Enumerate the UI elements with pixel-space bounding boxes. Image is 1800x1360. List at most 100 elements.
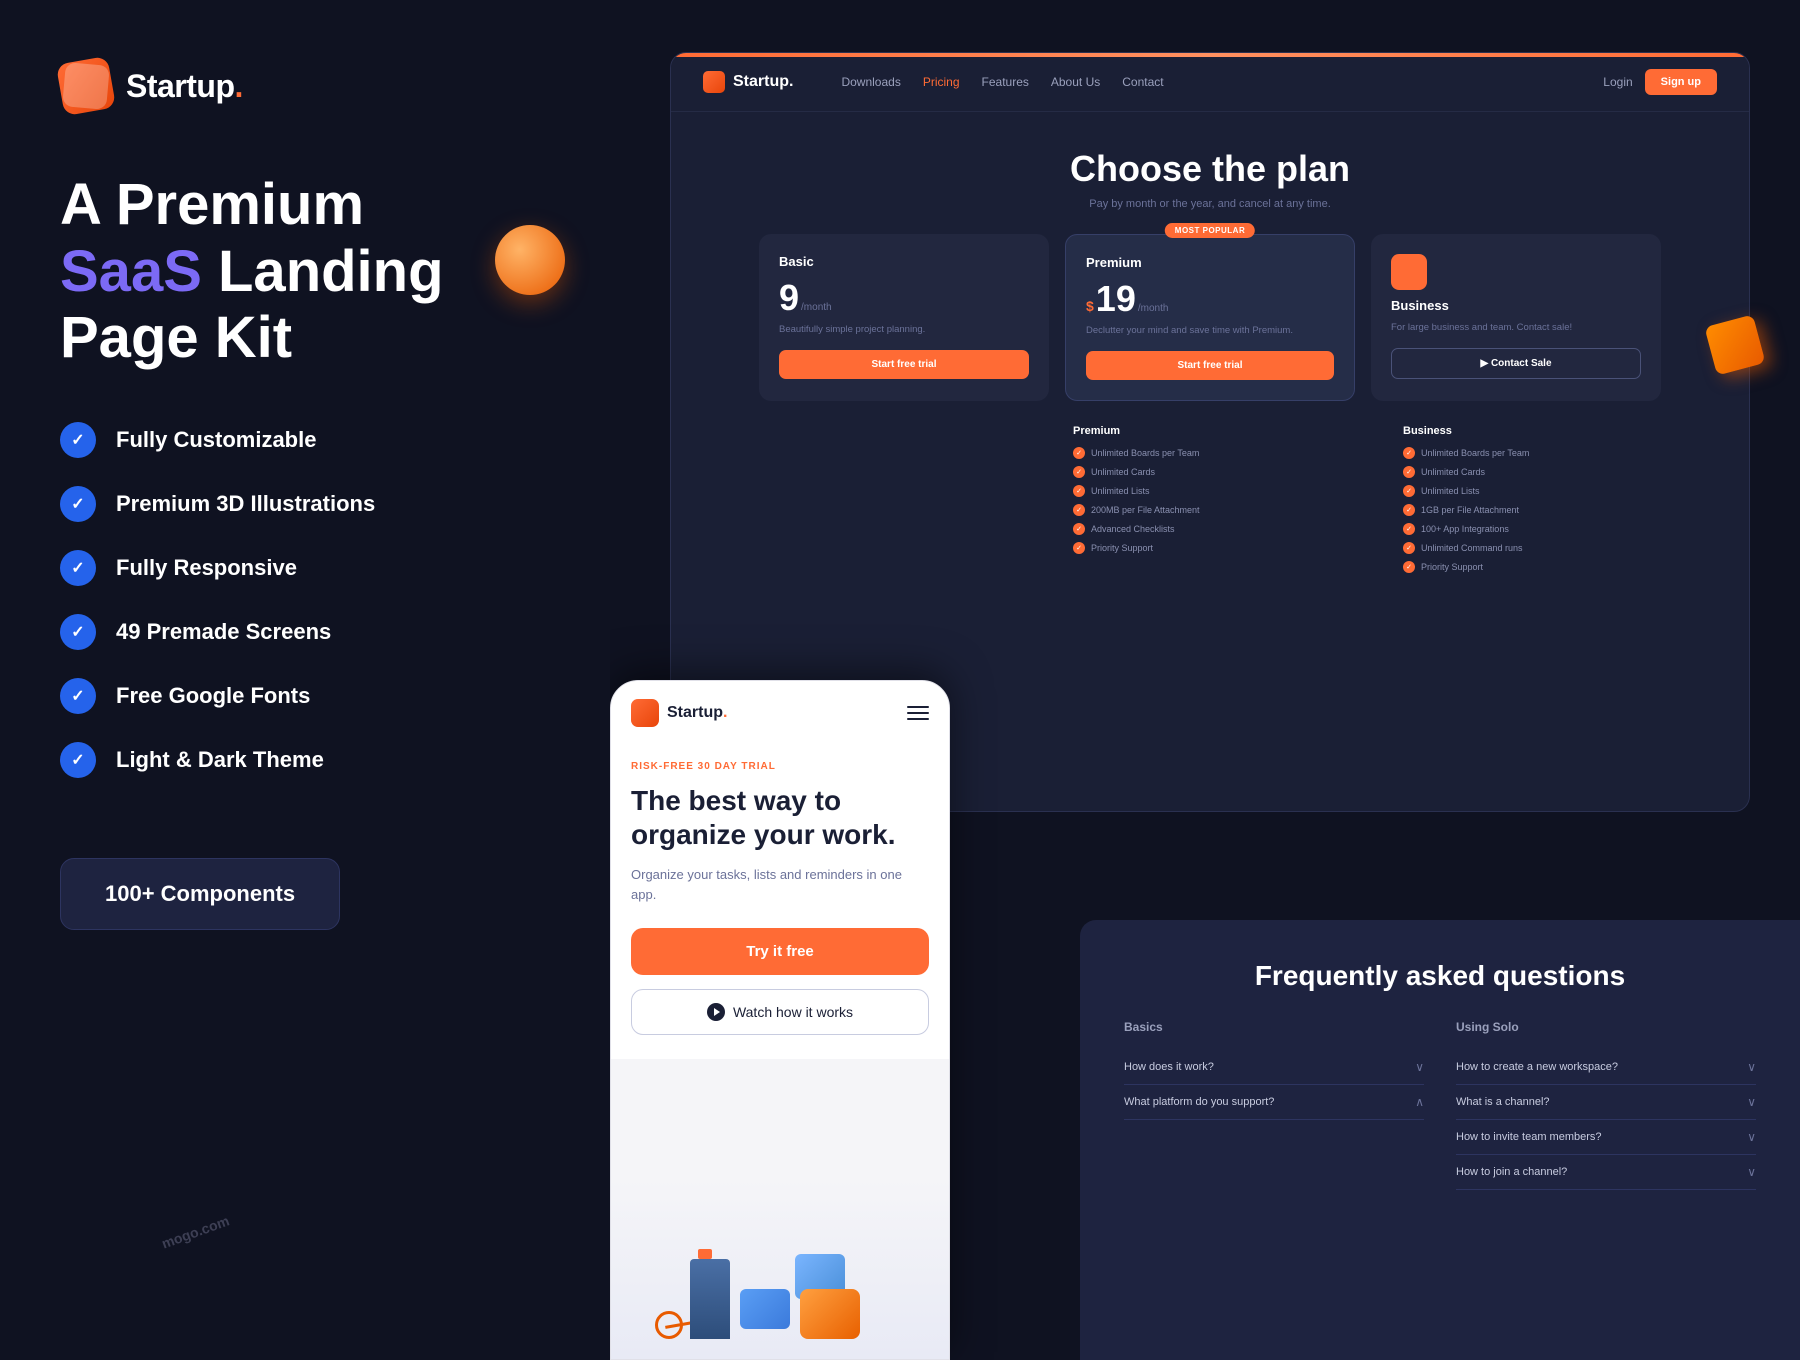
faq-question: How to invite team members?: [1456, 1131, 1602, 1143]
feat-item: 200MB per File Attachment: [1073, 504, 1387, 516]
nav-link-contact[interactable]: Contact: [1122, 75, 1163, 89]
logo-icon: [60, 60, 112, 112]
box2-illustration: [800, 1289, 860, 1339]
feature-label: Fully Responsive: [116, 555, 297, 581]
nav-login-link[interactable]: Login: [1603, 75, 1632, 89]
nav-link-features[interactable]: Features: [982, 75, 1029, 89]
faq-item[interactable]: How to invite team members? ∨: [1456, 1120, 1756, 1155]
feat-item: Unlimited Cards: [1073, 466, 1387, 478]
faq-item[interactable]: How to create a new workspace? ∨: [1456, 1050, 1756, 1085]
mobile-subtext: Organize your tasks, lists and reminders…: [631, 865, 929, 904]
faq-item[interactable]: How does it work? ∨: [1124, 1050, 1424, 1085]
mobile-logo-icon: [631, 699, 659, 727]
feat-col-title-premium: Premium: [1073, 425, 1387, 437]
mobile-logo: Startup.: [631, 699, 727, 727]
price-period-basic: /month: [801, 302, 832, 313]
faq-col-title-basics: Basics: [1124, 1020, 1424, 1034]
faq-item[interactable]: What is a channel? ∨: [1456, 1085, 1756, 1120]
card-cta-premium[interactable]: Start free trial: [1086, 351, 1334, 380]
feature-item: Free Google Fonts: [60, 678, 560, 714]
card-cta-business[interactable]: ▶ Contact Sale: [1391, 348, 1641, 379]
brand-dot: .: [235, 68, 243, 104]
desktop-nav-actions: Login Sign up: [1603, 69, 1717, 95]
nav-link-pricing[interactable]: Pricing: [923, 75, 960, 89]
feature-item: 49 Premade Screens: [60, 614, 560, 650]
faq-expand-icon: ∨: [1747, 1130, 1756, 1144]
desktop-logo-text: Startup.: [733, 73, 793, 91]
feat-item: 100+ App Integrations: [1403, 523, 1717, 535]
card-icon-business: [1391, 254, 1427, 290]
faq-item[interactable]: What platform do you support? ∧: [1124, 1085, 1424, 1120]
faq-question: What is a channel?: [1456, 1096, 1550, 1108]
desktop-nav-links: Downloads Pricing Features About Us Cont…: [841, 75, 1575, 89]
card-price-premium: $ 19 /month: [1086, 278, 1334, 320]
check-icon: [60, 742, 96, 778]
logo-area: Startup.: [60, 60, 560, 112]
card-desc-business: For large business and team. Contact sal…: [1391, 321, 1641, 334]
feat-item: Advanced Checklists: [1073, 523, 1387, 535]
nav-link-about[interactable]: About Us: [1051, 75, 1100, 89]
pricing-card-premium: MOST POPULAR Premium $ 19 /month Declutt…: [1065, 234, 1355, 401]
price-amount-premium: 19: [1096, 278, 1136, 320]
feature-label: Premium 3D Illustrations: [116, 491, 375, 517]
pricing-subtitle: Pay by month or the year, and cancel at …: [671, 198, 1749, 210]
faq-expand-icon: ∨: [1415, 1060, 1424, 1074]
nav-link-downloads[interactable]: Downloads: [841, 75, 900, 89]
pricing-card-basic: Basic 9 /month Beautifully simple projec…: [759, 234, 1049, 401]
watch-label: Watch how it works: [733, 1004, 853, 1020]
faq-question: How does it work?: [1124, 1061, 1214, 1073]
feature-label: Light & Dark Theme: [116, 747, 324, 773]
orange-ball-decoration: [495, 225, 565, 295]
faq-expand-icon: ∨: [1747, 1060, 1756, 1074]
card-tier-business: Business: [1391, 298, 1641, 313]
check-icon: [60, 550, 96, 586]
check-icon: [60, 486, 96, 522]
headline: A Premium SaaS Landing Page Kit: [60, 172, 560, 372]
box1-illustration: [740, 1289, 790, 1329]
feature-item: Premium 3D Illustrations: [60, 486, 560, 522]
nav-signup-button[interactable]: Sign up: [1645, 69, 1717, 95]
feat-item: Unlimited Cards: [1403, 466, 1717, 478]
desktop-nav-logo: Startup.: [703, 71, 793, 93]
orange-cube-decoration: [1700, 310, 1770, 380]
building-illustration: [690, 1259, 730, 1339]
card-tier-basic: Basic: [779, 254, 1029, 269]
faq-col-solo: Using Solo How to create a new workspace…: [1456, 1020, 1756, 1190]
mobile-screenshot: Startup. RISK-FREE 30 DAY TRIAL The best…: [610, 680, 950, 1360]
faq-title: Frequently asked questions: [1124, 960, 1756, 992]
check-icon: [60, 678, 96, 714]
feature-label: Fully Customizable: [116, 427, 316, 453]
mobile-watch-button[interactable]: Watch how it works: [631, 989, 929, 1035]
card-desc-premium: Declutter your mind and save time with P…: [1086, 324, 1334, 337]
price-dollar-premium: $: [1086, 298, 1094, 314]
price-period-premium: /month: [1138, 303, 1169, 314]
play-icon: [707, 1003, 725, 1021]
headline-text: A Premium SaaS Landing Page Kit: [60, 172, 560, 372]
pricing-title: Choose the plan: [671, 148, 1749, 190]
features-col-business: Business Unlimited Boards per Team Unlim…: [1403, 425, 1717, 580]
hamburger-menu[interactable]: [907, 706, 929, 720]
feat-item: 1GB per File Attachment: [1403, 504, 1717, 516]
feat-item: Unlimited Lists: [1073, 485, 1387, 497]
feat-item: Priority Support: [1073, 542, 1387, 554]
card-cta-basic[interactable]: Start free trial: [779, 350, 1029, 379]
mobile-nav: Startup.: [611, 681, 949, 737]
feat-item: Unlimited Command runs: [1403, 542, 1717, 554]
saas-highlight: SaaS: [60, 239, 202, 304]
desktop-nav: Startup. Downloads Pricing Features Abou…: [671, 53, 1749, 112]
feature-item: Fully Responsive: [60, 550, 560, 586]
pricing-cards: Basic 9 /month Beautifully simple projec…: [671, 234, 1749, 401]
faq-item[interactable]: How to join a channel? ∨: [1456, 1155, 1756, 1190]
faq-question: What platform do you support?: [1124, 1096, 1274, 1108]
pricing-header: Choose the plan Pay by month or the year…: [671, 112, 1749, 234]
mobile-try-button[interactable]: Try it free: [631, 928, 929, 975]
faq-col-title-solo: Using Solo: [1456, 1020, 1756, 1034]
faq-section: Frequently asked questions Basics How do…: [1080, 920, 1800, 1360]
faq-question: How to join a channel?: [1456, 1166, 1567, 1178]
mobile-illustration: [611, 1179, 949, 1359]
faq-expand-icon: ∨: [1747, 1095, 1756, 1109]
components-button[interactable]: 100+ Components: [60, 858, 340, 930]
flag-illustration: [698, 1249, 712, 1259]
feature-item: Light & Dark Theme: [60, 742, 560, 778]
faq-expand-icon: ∧: [1415, 1095, 1424, 1109]
